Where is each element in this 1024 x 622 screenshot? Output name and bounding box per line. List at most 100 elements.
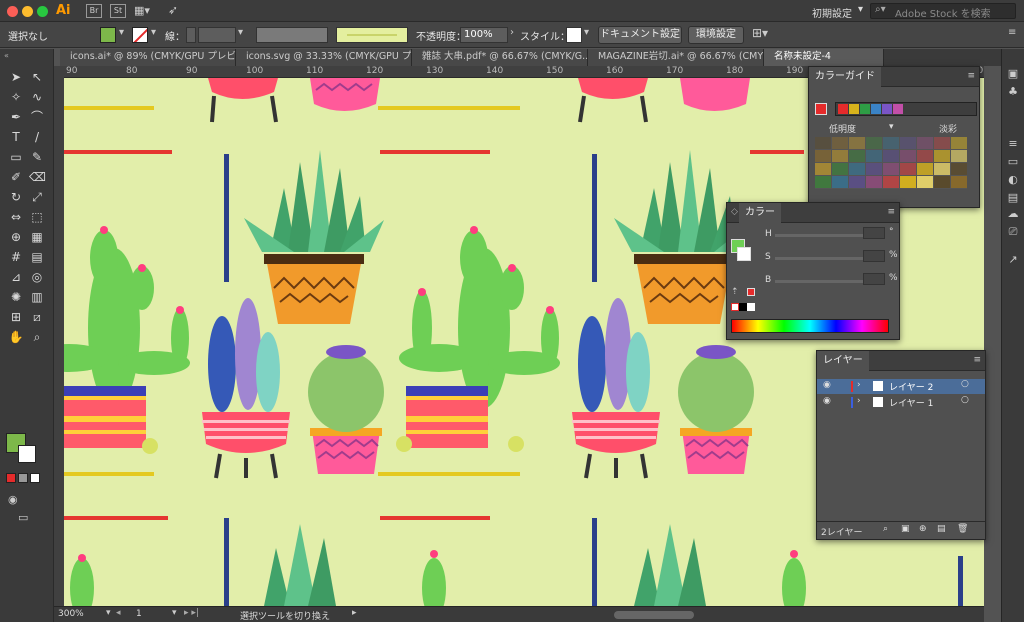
color-variation-swatch[interactable]	[951, 150, 967, 162]
scale-tool-icon[interactable]: ⤢	[29, 189, 45, 205]
locate-object-icon[interactable]: ⌕	[883, 524, 888, 534]
zoom-window-button[interactable]	[37, 6, 48, 17]
style-chevron-icon[interactable]: ▾	[584, 27, 589, 38]
screen-mode-icon[interactable]: ▭	[18, 511, 28, 524]
gpu-rocket-icon[interactable]: ➶	[168, 3, 178, 17]
harmony-swatch[interactable]	[882, 104, 892, 114]
color-variation-swatch[interactable]	[934, 137, 950, 149]
layer-name[interactable]: レイヤー 2	[889, 380, 933, 393]
line-tool-icon[interactable]: /	[29, 129, 45, 145]
zoom-level[interactable]: 300%	[58, 609, 106, 621]
stock-search-field[interactable]: ⌕▾ Adobe Stock を検索	[870, 3, 1016, 20]
arrange-icon[interactable]: ⊞▾	[752, 26, 768, 40]
artboard-number[interactable]: 1	[136, 609, 142, 619]
artboard-chevron-icon[interactable]: ▾	[172, 608, 177, 618]
target-circle-icon[interactable]: ○	[961, 379, 969, 389]
black-swatch[interactable]	[739, 303, 747, 311]
fill-chevron-icon[interactable]: ▾	[119, 27, 124, 38]
appearance-icon[interactable]: ▤	[1006, 191, 1020, 205]
tools-collapse-icon[interactable]: «	[4, 51, 9, 60]
direct-selection-tool-icon[interactable]: ↖	[29, 69, 45, 85]
slice-tool-icon[interactable]: ⧄	[29, 309, 45, 325]
stroke-chevron-icon[interactable]: ▾	[151, 27, 156, 38]
harmony-swatch[interactable]	[838, 104, 848, 114]
tab-magazine-pdf[interactable]: 雑誌 大串.pdf* @ 66.67% (CMYK/G...	[412, 49, 588, 66]
drawing-mode-icon[interactable]: ◉	[8, 493, 18, 506]
curvature-tool-icon[interactable]: ⌒	[29, 109, 45, 125]
color-variation-swatch[interactable]	[866, 163, 882, 175]
close-window-button[interactable]	[7, 6, 18, 17]
color-spectrum-bar[interactable]	[731, 319, 889, 333]
color-variation-swatch[interactable]	[934, 163, 950, 175]
layers-menu-icon[interactable]: ≡	[973, 355, 981, 365]
layers-title[interactable]: レイヤー	[817, 351, 869, 371]
symbol-sprayer-icon[interactable]: ✺	[8, 289, 24, 305]
mesh-tool-icon[interactable]: #	[8, 249, 24, 265]
color-variation-swatch[interactable]	[866, 176, 882, 188]
color-variation-swatch[interactable]	[832, 137, 848, 149]
harmony-swatch[interactable]	[849, 104, 859, 114]
none-swatch[interactable]	[731, 303, 739, 311]
layer-name[interactable]: レイヤー 1	[889, 396, 933, 409]
color-variation-swatch[interactable]	[883, 137, 899, 149]
layer-row-1[interactable]: ◉ › レイヤー 1 ○	[817, 395, 985, 410]
color-variation-swatch[interactable]	[900, 150, 916, 162]
tab-icons-svg[interactable]: icons.svg @ 33.33% (CMYK/GPU プレ...	[236, 49, 412, 66]
color-variation-swatch[interactable]	[832, 150, 848, 162]
color-variation-swatch[interactable]	[951, 163, 967, 175]
gradient-mode[interactable]	[18, 473, 28, 483]
gradient-tool-icon[interactable]: ▤	[29, 249, 45, 265]
artboard-next-icon[interactable]: ▸ ▸|	[184, 608, 199, 618]
rotate-tool-icon[interactable]: ↻	[8, 189, 24, 205]
column-graph-icon[interactable]: ▥	[29, 289, 45, 305]
color-variation-swatch[interactable]	[951, 176, 967, 188]
color-panel-menu-icon[interactable]: ≡	[887, 207, 895, 217]
delete-layer-icon[interactable]: 🗑	[957, 524, 968, 534]
color-variation-swatch[interactable]	[815, 163, 831, 175]
target-circle-icon[interactable]: ○	[961, 395, 969, 405]
stroke-swatch[interactable]	[132, 27, 148, 43]
brightness-chevron-icon[interactable]: ▾	[889, 122, 894, 132]
opacity-field[interactable]: 100%	[460, 27, 508, 43]
transparency-icon[interactable]: ◐	[1006, 173, 1020, 187]
free-transform-icon[interactable]: ⬚	[29, 209, 45, 225]
color-variation-swatch[interactable]	[917, 176, 933, 188]
color-variation-swatch[interactable]	[866, 137, 882, 149]
fill-swatch[interactable]	[100, 27, 116, 43]
pathfinder-icon[interactable]: ▭	[1006, 155, 1020, 169]
new-sublayer-icon[interactable]: ⊕	[919, 524, 927, 534]
color-panel-title[interactable]: カラー	[739, 203, 781, 223]
color-variation-swatch[interactable]	[815, 150, 831, 162]
white-swatch[interactable]	[747, 303, 755, 311]
artboard-tool-icon[interactable]: ⊞	[8, 309, 24, 325]
color-variation-grid[interactable]	[815, 137, 967, 189]
color-guide-menu-icon[interactable]: ≡	[967, 71, 975, 81]
zoom-tool-icon[interactable]: ⌕	[29, 329, 45, 345]
properties-icon[interactable]: ▣	[1006, 67, 1020, 81]
preferences-button[interactable]: 環境設定	[688, 26, 744, 44]
asset-export-icon[interactable]: ⎚	[1006, 225, 1020, 239]
visibility-eye-icon[interactable]: ◉	[823, 396, 831, 406]
color-variation-swatch[interactable]	[900, 163, 916, 175]
color-variation-swatch[interactable]	[883, 163, 899, 175]
status-menu-icon[interactable]: ▸	[352, 608, 357, 618]
pen-tool-icon[interactable]: ✒	[8, 109, 24, 125]
hue-field[interactable]	[863, 227, 885, 239]
stroke-weight-chevron-icon[interactable]: ▾	[238, 27, 243, 38]
color-panel-stroke-swatch[interactable]	[737, 247, 751, 261]
color-variation-swatch[interactable]	[849, 150, 865, 162]
variable-width-profile[interactable]	[256, 27, 328, 43]
hue-slider[interactable]	[775, 234, 863, 237]
stroke-weight-field[interactable]	[198, 27, 236, 43]
document-setup-button[interactable]: ドキュメント設定	[598, 26, 682, 44]
color-variation-swatch[interactable]	[832, 163, 848, 175]
lasso-tool-icon[interactable]: ∿	[29, 89, 45, 105]
width-tool-icon[interactable]: ⇔	[8, 209, 24, 225]
type-tool-icon[interactable]: T	[8, 129, 24, 145]
harmony-rule-swatches[interactable]	[835, 102, 977, 116]
out-of-gamut-icon[interactable]: ⇡	[731, 287, 739, 297]
color-variation-swatch[interactable]	[917, 163, 933, 175]
shaper-tool-icon[interactable]: ✐	[8, 169, 24, 185]
harmony-swatch[interactable]	[871, 104, 881, 114]
selection-tool-icon[interactable]: ➤	[8, 69, 24, 85]
